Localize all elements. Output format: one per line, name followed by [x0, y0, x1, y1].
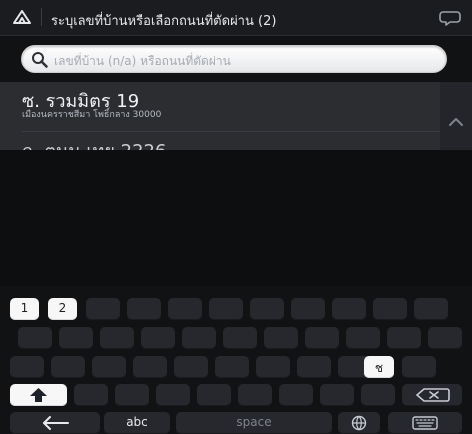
keyboard-key[interactable] — [51, 356, 85, 378]
keyboard-key[interactable] — [10, 356, 44, 378]
header-divider — [41, 8, 42, 26]
key-1[interactable]: 1 — [10, 298, 39, 320]
keyboard-key[interactable] — [92, 356, 126, 378]
globe-icon — [351, 415, 367, 431]
key-thai-char[interactable]: ช — [364, 356, 394, 378]
shift-key[interactable] — [10, 384, 67, 406]
keyboard-key[interactable] — [168, 298, 202, 320]
keyboard-key[interactable] — [127, 298, 161, 320]
keyboard-key[interactable] — [174, 356, 208, 378]
keyboard-key[interactable] — [264, 327, 298, 349]
keyboard-key[interactable] — [223, 327, 257, 349]
back-key[interactable] — [10, 412, 100, 434]
page-title: ระบุเลขที่บ้านหรือเลือกถนนที่ตัดผ่าน (2) — [51, 14, 277, 29]
keyboard-key[interactable] — [320, 384, 354, 406]
navigation-arrow-icon[interactable] — [10, 8, 34, 26]
keyboard-key[interactable] — [332, 298, 366, 320]
space-key[interactable]: space — [176, 412, 332, 434]
keyboard-key[interactable] — [387, 327, 421, 349]
keyboard-key[interactable] — [414, 298, 448, 320]
keyboard-key[interactable] — [59, 327, 93, 349]
language-key[interactable] — [338, 412, 380, 434]
backspace-icon — [415, 388, 450, 402]
keyboard-key[interactable] — [238, 384, 272, 406]
keyboard-key[interactable] — [115, 384, 149, 406]
keyboard-key[interactable] — [305, 327, 339, 349]
speech-bubble-icon[interactable] — [438, 8, 462, 26]
mode-key-abc[interactable]: abc — [104, 412, 170, 434]
keyboard-key[interactable] — [250, 298, 284, 320]
result-divider — [22, 131, 440, 132]
keyboard-key[interactable] — [86, 298, 120, 320]
hide-keyboard-key[interactable] — [388, 412, 462, 434]
keyboard-key[interactable] — [346, 327, 380, 349]
keyboard-key[interactable] — [182, 327, 216, 349]
on-screen-keyboard: 1 2 ช abc space — [0, 150, 472, 434]
keyboard-key[interactable] — [402, 356, 436, 378]
search-input[interactable]: เลขที่บ้าน (n/a) หรือถนนที่ตัดผ่าน — [21, 45, 447, 73]
search-placeholder: เลขที่บ้าน (n/a) หรือถนนที่ตัดผ่าน — [54, 54, 231, 68]
keyboard-key[interactable] — [141, 327, 175, 349]
search-icon — [32, 52, 48, 68]
keyboard-key[interactable] — [373, 298, 407, 320]
scroll-up-icon[interactable] — [446, 112, 466, 132]
keyboard-key[interactable] — [156, 384, 190, 406]
keyboard-key[interactable] — [256, 356, 290, 378]
shift-icon — [30, 388, 47, 402]
keyboard-key[interactable] — [361, 384, 395, 406]
backspace-key[interactable] — [402, 384, 462, 406]
back-arrow-icon — [43, 416, 69, 430]
keyboard-key[interactable] — [197, 384, 231, 406]
keyboard-key[interactable] — [133, 356, 167, 378]
keyboard-key[interactable] — [215, 356, 249, 378]
keyboard-key[interactable] — [100, 327, 134, 349]
keyboard-key[interactable] — [74, 384, 108, 406]
keyboard-hide-icon — [412, 416, 438, 430]
keyboard-key[interactable] — [297, 356, 331, 378]
key-2[interactable]: 2 — [48, 298, 77, 320]
keyboard-key[interactable] — [279, 384, 313, 406]
result-item-subtitle: เมืองนครราชสีมา โพธิ์กลาง 30000 — [22, 110, 162, 120]
keyboard-key[interactable] — [428, 327, 462, 349]
keyboard-key[interactable] — [209, 298, 243, 320]
top-bar: ระบุเลขที่บ้านหรือเลือกถนนที่ตัดผ่าน (2) — [0, 0, 472, 36]
keyboard-key[interactable] — [18, 327, 52, 349]
keyboard-key[interactable] — [291, 298, 325, 320]
